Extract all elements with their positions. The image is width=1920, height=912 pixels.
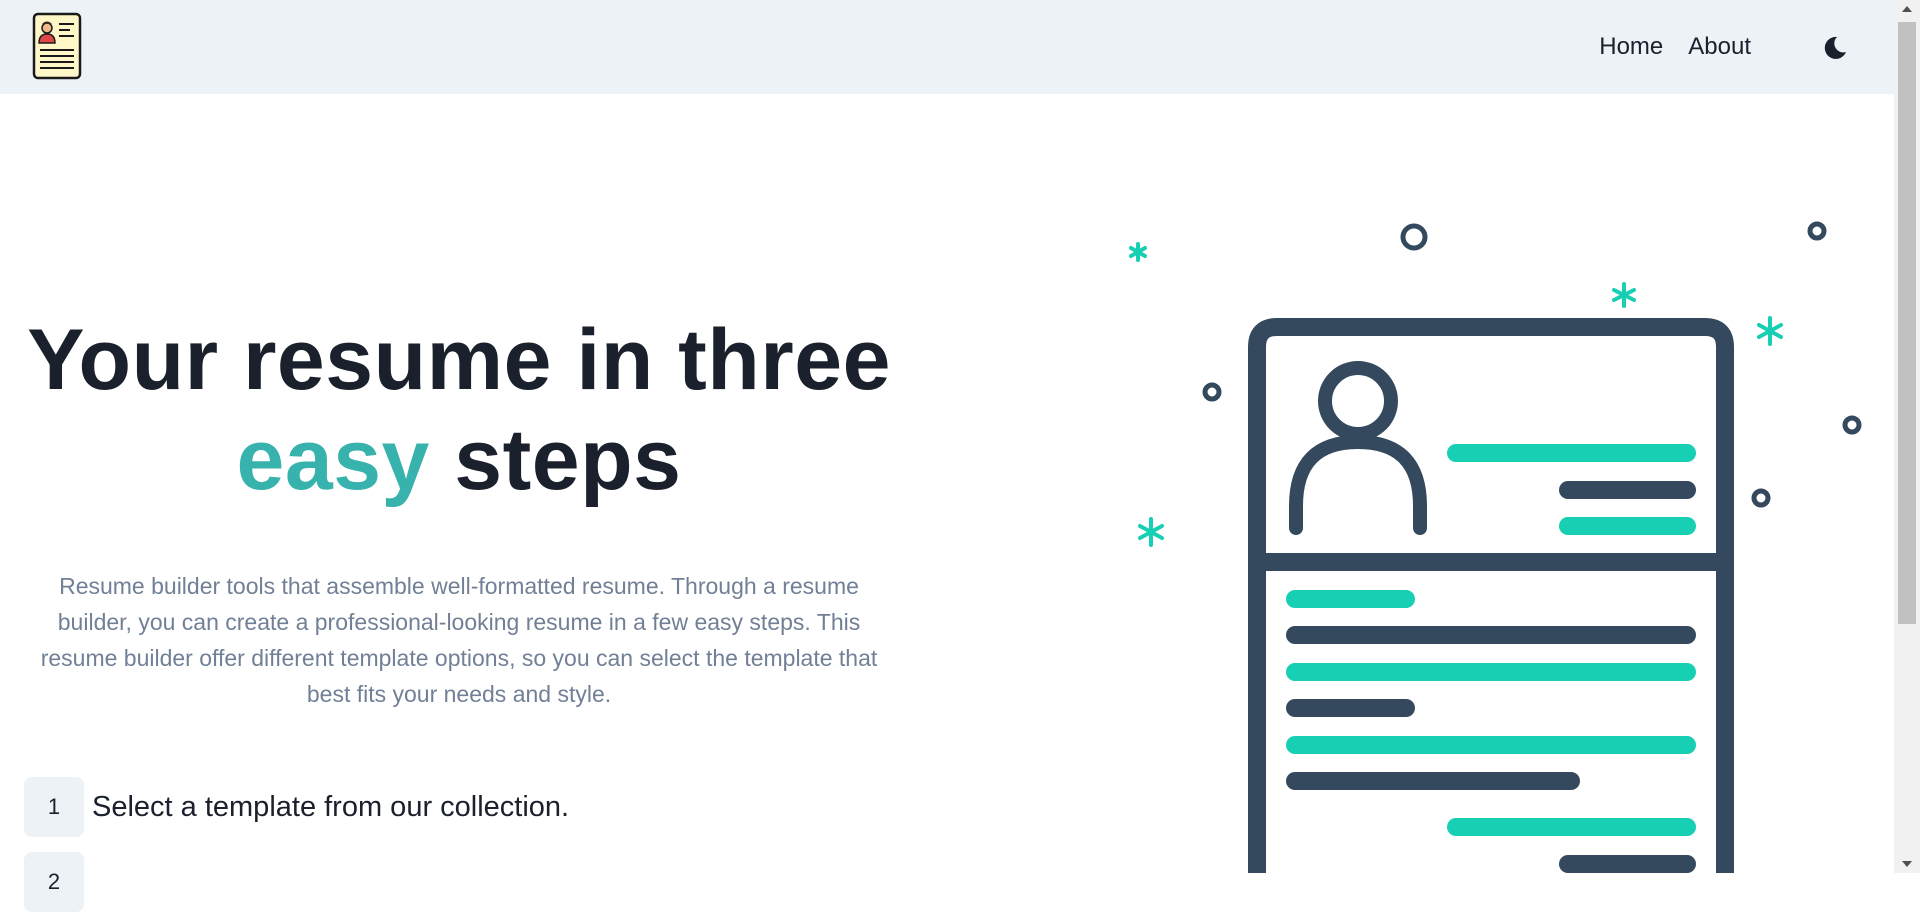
scroll-down-icon[interactable] xyxy=(1902,861,1912,867)
step-number: 1 xyxy=(24,777,84,837)
hero-title-rest: steps xyxy=(429,412,682,508)
step-item-2: 2 xyxy=(24,852,92,912)
step-text: Select a template from our collection. xyxy=(92,790,570,823)
resume-logo-icon[interactable] xyxy=(32,12,82,80)
hero-title-accent: easy xyxy=(236,412,430,508)
hero-title: Your resume in three easy steps xyxy=(24,310,894,510)
nav-link-about[interactable]: About xyxy=(1688,30,1751,64)
hero-title-line1: Your resume in three xyxy=(27,312,891,408)
nav-link-home[interactable]: Home xyxy=(1599,30,1663,64)
nav-links: Home About xyxy=(1599,30,1751,64)
navbar: Home About xyxy=(0,0,1894,94)
resume-illustration-icon xyxy=(1110,210,1890,900)
step-number: 2 xyxy=(24,852,84,912)
scroll-up-icon[interactable] xyxy=(1902,6,1912,12)
moon-icon[interactable] xyxy=(1820,33,1850,63)
step-item-1: 1 Select a template from our collection. xyxy=(24,777,569,837)
scrollbar[interactable] xyxy=(1894,0,1920,873)
hero-description: Resume builder tools that assemble well-… xyxy=(40,573,878,707)
scrollbar-thumb[interactable] xyxy=(1898,22,1916,624)
